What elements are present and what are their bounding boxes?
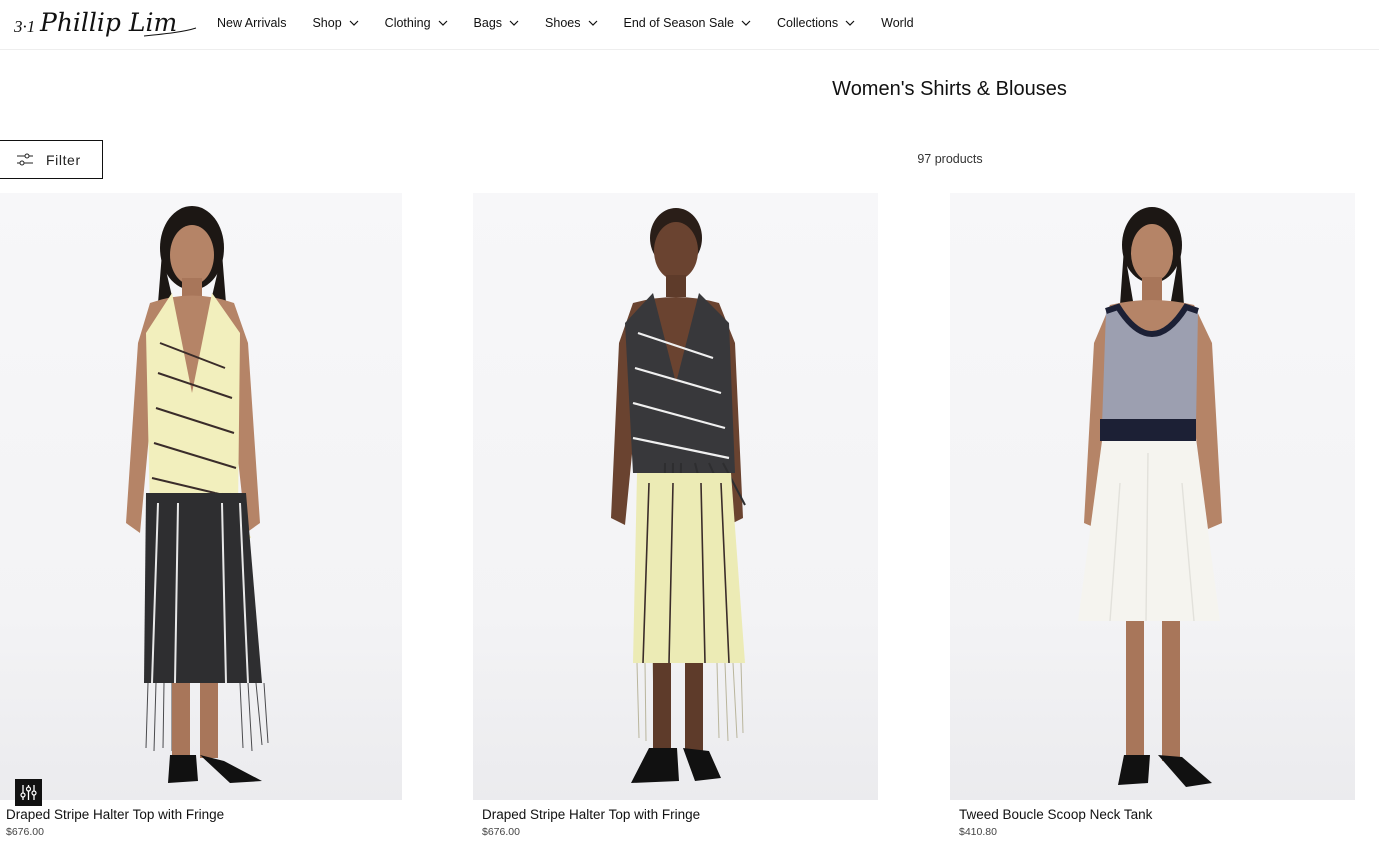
nav-item-clothing[interactable]: Clothing [385,16,448,30]
brand-logo[interactable]: 3·1 Phillip Lim [13,2,198,44]
site-header: 3·1 Phillip Lim New Arrivals Shop Clothi… [0,0,1379,50]
page-title-wrap: Women's Shirts & Blouses [0,78,1379,101]
chevron-down-icon [349,20,359,26]
page-title: Women's Shirts & Blouses [832,78,1067,100]
sliders-icon [17,153,33,165]
product-image[interactable] [950,193,1355,800]
chevron-down-icon [741,20,751,26]
nav-label: End of Season Sale [623,16,735,30]
main-nav: New Arrivals Shop Clothing Bags Shoes En… [217,0,940,46]
chevron-down-icon [588,20,597,26]
nav-item-new-arrivals[interactable]: New Arrivals [217,16,286,30]
nav-label: Shop [312,16,342,30]
nav-item-collections[interactable]: Collections [777,16,855,30]
product-card[interactable]: Draped Stripe Halter Top with Fringe $67… [473,193,878,838]
product-name[interactable]: Draped Stripe Halter Top with Fringe [6,807,224,822]
svg-text:3·1: 3·1 [14,17,35,36]
nav-item-shoes[interactable]: Shoes [545,16,597,30]
accessibility-button[interactable] [15,779,42,806]
product-price: $410.80 [959,826,997,838]
product-name[interactable]: Draped Stripe Halter Top with Fringe [482,807,700,822]
product-card[interactable]: Draped Stripe Halter Top with Fringe $67… [0,193,402,838]
product-name[interactable]: Tweed Boucle Scoop Neck Tank [959,807,1152,822]
nav-label: Shoes [545,16,581,30]
accessibility-settings-icon [20,785,37,800]
nav-label: World [881,16,914,30]
nav-label: Bags [473,16,503,30]
svg-text:Phillip Lim: Phillip Lim [39,8,177,37]
nav-label: Clothing [384,16,431,30]
filter-button[interactable]: Filter [0,140,103,179]
filter-label: Filter [46,151,81,168]
product-image[interactable] [473,193,878,800]
product-image[interactable] [0,193,402,800]
nav-item-bags[interactable]: Bags [474,16,520,30]
nav-item-end-of-season-sale[interactable]: End of Season Sale [624,16,752,30]
product-count: 97 products [917,152,983,166]
chevron-down-icon [845,20,855,26]
product-price: $676.00 [6,826,44,838]
chevron-down-icon [438,20,447,26]
nav-item-world[interactable]: World [881,16,913,30]
nav-label: Collections [777,16,839,30]
nav-item-shop[interactable]: Shop [312,16,359,30]
product-price: $676.00 [482,826,520,838]
chevron-down-icon [509,20,519,26]
product-card[interactable]: Tweed Boucle Scoop Neck Tank $410.80 [950,193,1355,838]
nav-label: New Arrivals [217,16,287,30]
